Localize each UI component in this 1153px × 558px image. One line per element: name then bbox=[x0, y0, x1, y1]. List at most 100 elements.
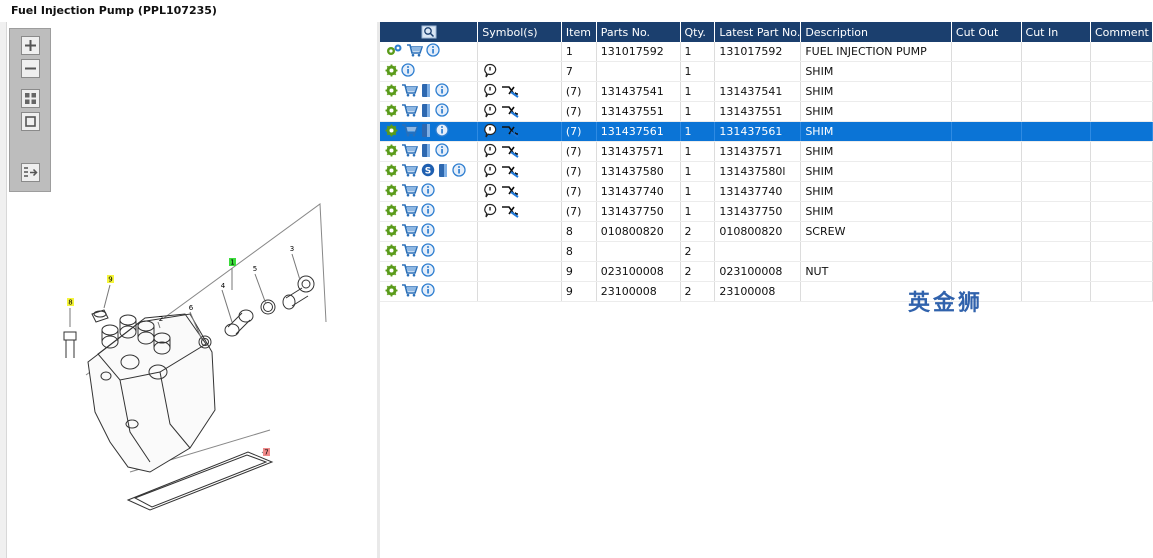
table-row[interactable]: S (7) 131437580 1 131437580l SHIM bbox=[380, 161, 1153, 182]
column-header-item[interactable]: Item bbox=[561, 22, 597, 42]
cart-icon[interactable] bbox=[401, 83, 419, 100]
exploded-parts-diagram[interactable]: 1 2 3 4 5 6 7 8 9 bbox=[0, 22, 377, 558]
interchange-icon[interactable] bbox=[501, 83, 519, 101]
interchange-icon[interactable] bbox=[501, 183, 519, 201]
cell-latest-part-no: 23100008 bbox=[714, 281, 802, 302]
gear-icon[interactable] bbox=[385, 284, 398, 300]
interchange-icon[interactable] bbox=[501, 163, 519, 181]
book-icon[interactable] bbox=[421, 103, 432, 121]
gear-icon[interactable] bbox=[385, 164, 398, 180]
callout-4[interactable]: 4 bbox=[221, 282, 226, 290]
callout-icon[interactable] bbox=[483, 163, 498, 181]
cart-icon[interactable] bbox=[401, 223, 419, 240]
column-header-symbols[interactable]: Symbol(s) bbox=[477, 22, 562, 42]
callout-7[interactable]: 7 bbox=[264, 449, 268, 457]
gear-icon[interactable] bbox=[385, 124, 398, 140]
info-icon[interactable] bbox=[421, 223, 435, 240]
book-icon[interactable] bbox=[438, 163, 449, 181]
cart-icon[interactable] bbox=[401, 283, 419, 300]
table-row[interactable]: (7) 131437740 1 131437740 SHIM bbox=[380, 181, 1153, 202]
interchange-icon[interactable] bbox=[501, 203, 519, 221]
column-header-qty[interactable]: Qty. bbox=[680, 22, 716, 42]
gear-icon[interactable] bbox=[385, 144, 398, 160]
table-row[interactable]: (7) 131437571 1 131437571 SHIM bbox=[380, 141, 1153, 162]
column-header-cut-out[interactable]: Cut Out bbox=[951, 22, 1022, 42]
interchange-icon[interactable] bbox=[501, 103, 519, 121]
cart-icon[interactable] bbox=[406, 43, 424, 60]
gear-icon[interactable] bbox=[385, 204, 398, 220]
info-icon[interactable] bbox=[435, 143, 449, 160]
info-icon[interactable] bbox=[421, 243, 435, 260]
callout-2[interactable]: 2 bbox=[159, 315, 163, 323]
book-icon[interactable] bbox=[421, 83, 432, 101]
table-row[interactable]: 9 023100008 2 023100008 NUT bbox=[380, 261, 1153, 282]
column-header-cut-in[interactable]: Cut In bbox=[1021, 22, 1091, 42]
callout-6[interactable]: 6 bbox=[189, 304, 194, 312]
cart-icon[interactable] bbox=[401, 243, 419, 260]
cart-icon[interactable] bbox=[401, 123, 419, 140]
callout-9[interactable]: 9 bbox=[108, 276, 112, 284]
column-header-latest-part-no[interactable]: Latest Part No. bbox=[714, 22, 802, 42]
cart-icon[interactable] bbox=[401, 203, 419, 220]
info-icon[interactable] bbox=[435, 123, 449, 140]
cart-icon[interactable] bbox=[401, 103, 419, 120]
row-actions bbox=[380, 201, 479, 222]
cart-icon[interactable] bbox=[401, 183, 419, 200]
gears-icon[interactable] bbox=[385, 43, 403, 60]
table-row[interactable]: (7) 131437541 1 131437541 SHIM bbox=[380, 81, 1153, 102]
info-icon[interactable] bbox=[426, 43, 440, 60]
callout-8[interactable]: 8 bbox=[68, 299, 72, 307]
table-row[interactable]: (7) 131437561 1 131437561 SHIM bbox=[380, 121, 1153, 142]
info-icon[interactable] bbox=[435, 83, 449, 100]
callout-icon[interactable] bbox=[483, 63, 498, 81]
info-icon[interactable] bbox=[421, 263, 435, 280]
book-icon[interactable] bbox=[421, 143, 432, 161]
column-header-search[interactable] bbox=[380, 22, 479, 42]
cart-icon[interactable] bbox=[401, 263, 419, 280]
callout-icon[interactable] bbox=[483, 143, 498, 161]
interchange-icon[interactable] bbox=[501, 143, 519, 161]
gear-icon[interactable] bbox=[385, 104, 398, 120]
info-icon[interactable] bbox=[421, 203, 435, 220]
column-header-comment[interactable]: Comment bbox=[1090, 22, 1153, 42]
callout-icon[interactable] bbox=[483, 183, 498, 201]
callout-3[interactable]: 3 bbox=[290, 245, 294, 253]
callout-icon[interactable] bbox=[483, 123, 498, 141]
callout-1[interactable]: 1 bbox=[230, 259, 234, 267]
gear-icon[interactable] bbox=[385, 224, 398, 240]
table-row[interactable]: 8 010800820 2 010800820 SCREW bbox=[380, 221, 1153, 242]
cart-icon[interactable] bbox=[401, 163, 419, 180]
interchange-icon[interactable] bbox=[501, 123, 519, 141]
gear-icon[interactable] bbox=[385, 184, 398, 200]
table-row[interactable]: (7) 131437551 1 131437551 SHIM bbox=[380, 101, 1153, 122]
illustration-pane[interactable]: 1 2 3 4 5 6 7 8 9 bbox=[0, 22, 378, 558]
table-row[interactable]: 7 1 SHIM bbox=[380, 61, 1153, 82]
cell-qty: 1 bbox=[680, 121, 716, 142]
table-row[interactable]: (7) 131437750 1 131437750 SHIM bbox=[380, 201, 1153, 222]
callout-icon[interactable] bbox=[483, 203, 498, 221]
cell-cut-out bbox=[951, 121, 1022, 142]
callout-icon[interactable] bbox=[483, 103, 498, 121]
cell-cut-out bbox=[951, 181, 1022, 202]
table-row[interactable]: 1 131017592 1 131017592 FUEL INJECTION PUMP bbox=[380, 42, 1153, 62]
gear-icon[interactable] bbox=[385, 84, 398, 100]
info-icon[interactable] bbox=[452, 163, 466, 180]
row-symbols bbox=[477, 141, 562, 162]
gear-icon[interactable] bbox=[385, 244, 398, 260]
column-header-parts-no[interactable]: Parts No. bbox=[596, 22, 681, 42]
info-icon[interactable] bbox=[401, 63, 415, 80]
gear-icon[interactable] bbox=[385, 64, 398, 80]
table-row[interactable]: 82 bbox=[380, 241, 1153, 262]
callout-5[interactable]: 5 bbox=[253, 265, 257, 273]
cell-qty: 2 bbox=[680, 221, 716, 242]
book-icon[interactable] bbox=[421, 123, 432, 141]
s-badge-icon[interactable]: S bbox=[421, 163, 435, 180]
table-row[interactable]: 9 23100008 2 23100008 bbox=[380, 281, 1153, 302]
info-icon[interactable] bbox=[421, 283, 435, 300]
info-icon[interactable] bbox=[421, 183, 435, 200]
callout-icon[interactable] bbox=[483, 83, 498, 101]
info-icon[interactable] bbox=[435, 103, 449, 120]
cart-icon[interactable] bbox=[401, 143, 419, 160]
gear-icon[interactable] bbox=[385, 264, 398, 280]
column-header-description[interactable]: Description bbox=[800, 22, 952, 42]
